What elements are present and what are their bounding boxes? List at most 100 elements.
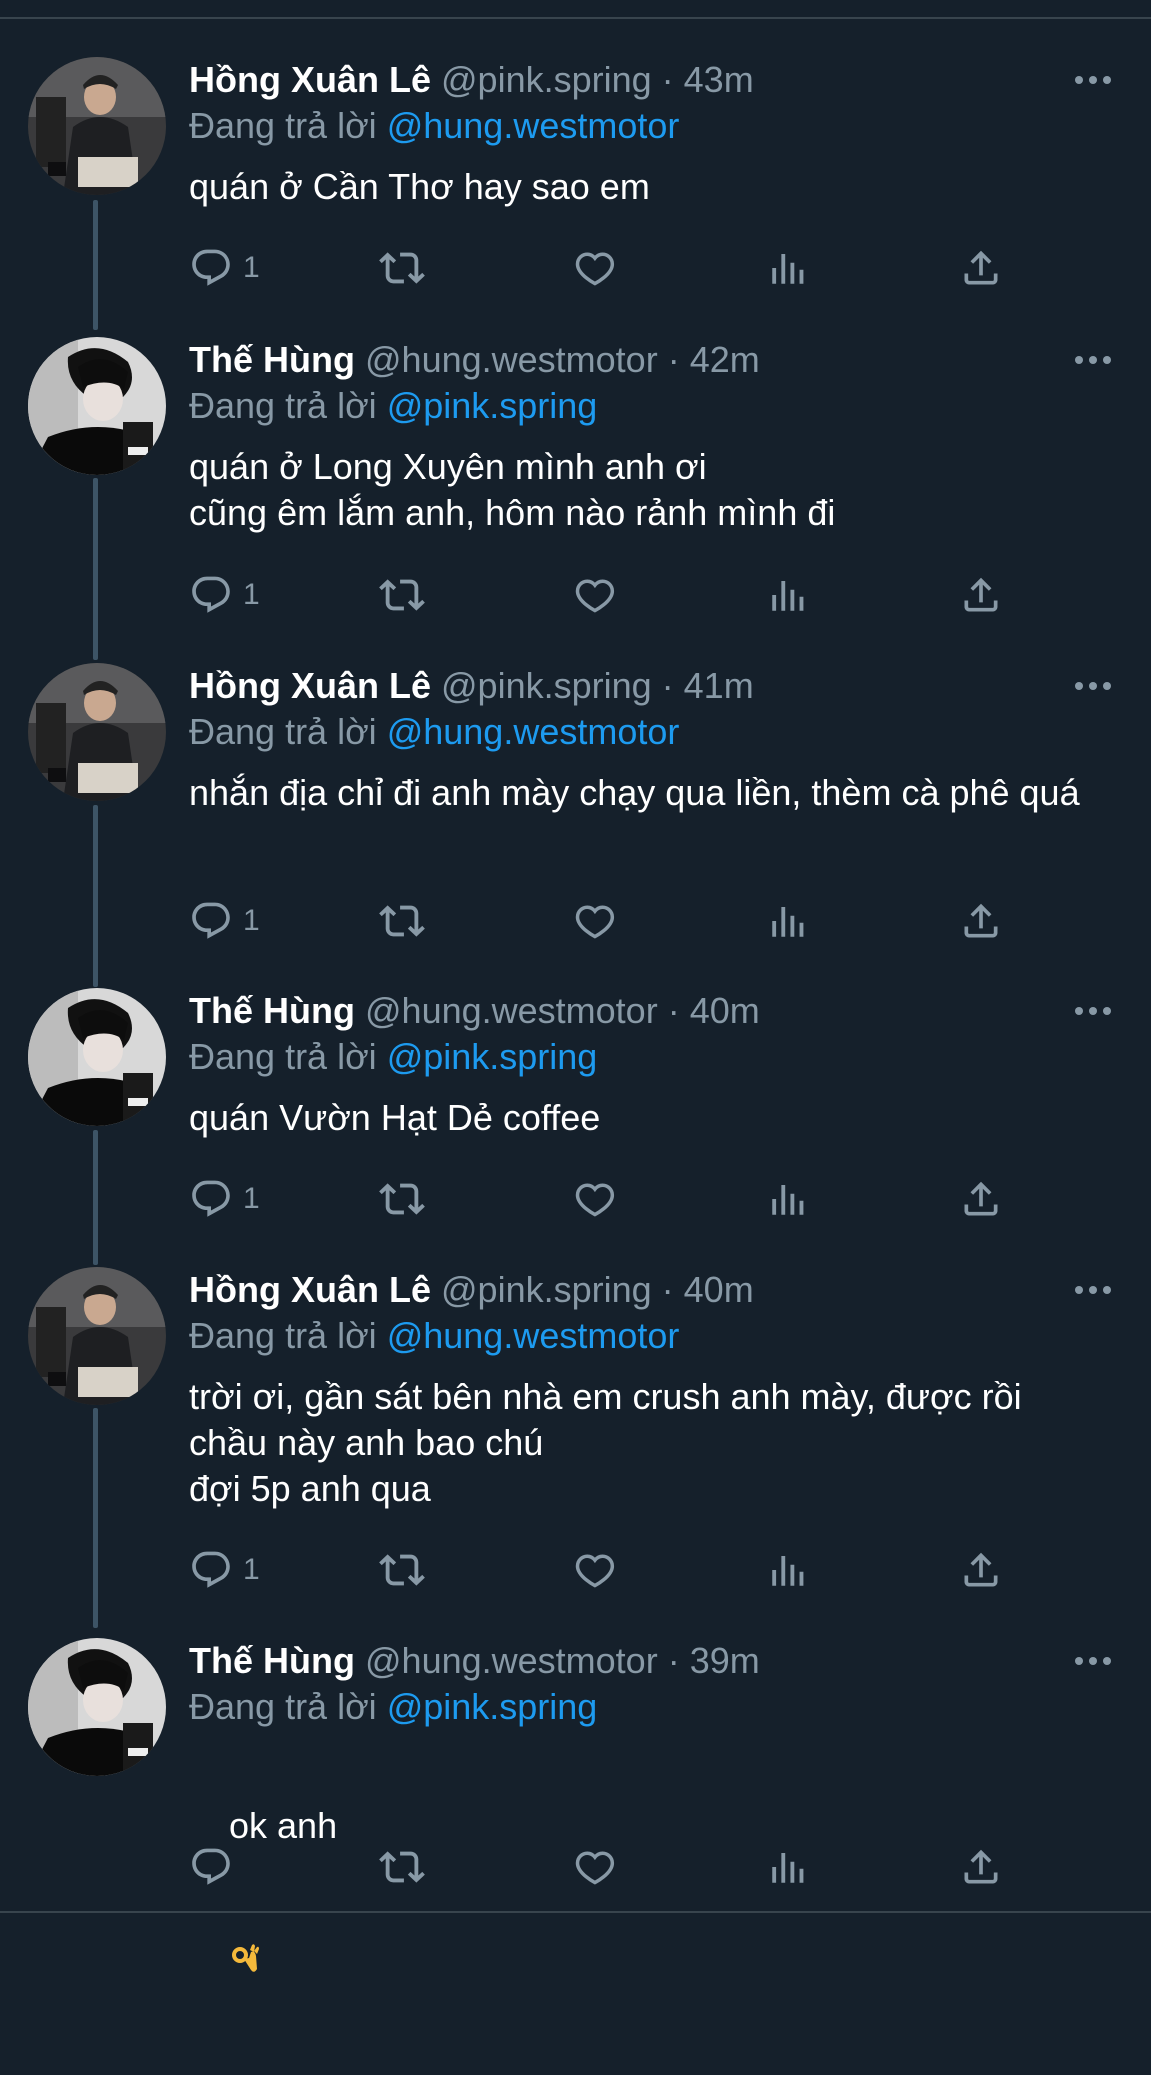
user-handle[interactable]: @pink.spring [441,665,652,706]
share-button[interactable] [959,1544,1003,1596]
display-name[interactable]: Hồng Xuân Lê [189,1269,431,1310]
avatar[interactable] [28,57,166,195]
like-button[interactable] [572,1173,616,1225]
timestamp[interactable]: 40m [684,1269,754,1310]
replying-to: Đang trả lời @pink.spring [189,1034,597,1080]
avatar[interactable] [28,337,166,475]
more-icon[interactable] [1071,1275,1115,1305]
display-name[interactable]: Thế Hùng [189,339,355,380]
replying-to-link[interactable]: @pink.spring [387,1686,598,1727]
bar-chart-icon [772,581,804,611]
reply-button[interactable]: 1 [189,1173,260,1225]
replying-to-link[interactable]: @hung.westmotor [387,1315,680,1356]
share-button[interactable] [959,242,1003,294]
replying-to-link[interactable]: @pink.spring [387,385,598,426]
timestamp[interactable]: 42m [690,339,760,380]
avatar[interactable] [28,1638,166,1776]
user-handle[interactable]: @hung.westmotor [365,990,658,1031]
display-name[interactable]: Thế Hùng [189,990,355,1031]
heart-icon [575,905,615,939]
more-icon[interactable] [1071,1646,1115,1676]
reply-button[interactable] [189,1841,243,1893]
reply-button[interactable]: 1 [189,242,260,294]
retweet-button[interactable] [379,242,425,294]
views-button[interactable] [767,242,809,294]
user-handle[interactable]: @pink.spring [441,59,652,100]
reply-icon [192,1848,230,1885]
retweet-icon [379,905,425,937]
thread-line [93,200,98,330]
tweet-header: Thế Hùng @hung.westmotor · 42m [189,337,760,383]
like-button[interactable] [572,242,616,294]
reply-icon [192,1180,230,1217]
views-button[interactable] [767,569,809,621]
avatar[interactable] [28,1267,166,1405]
display-name[interactable]: Hồng Xuân Lê [189,665,431,706]
action-bar: 1 [189,1544,1009,1596]
bar-chart-icon [772,1185,804,1215]
bar-chart-icon [772,1556,804,1586]
timestamp[interactable]: 40m [690,990,760,1031]
timestamp[interactable]: 43m [684,59,754,100]
retweet-button[interactable] [379,569,425,621]
like-button[interactable] [572,569,616,621]
views-button[interactable] [767,895,809,947]
views-button[interactable] [767,1841,809,1893]
separator-dot: · [657,990,690,1031]
share-button[interactable] [959,569,1003,621]
thread-line [93,1130,98,1265]
retweet-button[interactable] [379,1173,425,1225]
more-icon[interactable] [1071,345,1115,375]
share-icon [964,1552,998,1587]
replying-to-label: Đang trả lời [189,1686,387,1727]
replying-to-link[interactable]: @hung.westmotor [387,105,680,146]
more-icon[interactable] [1071,996,1115,1026]
reply-count: 1 [243,251,260,284]
user-handle[interactable]: @pink.spring [441,1269,652,1310]
tweet-text: quán ở Long Xuyên mình anh ơi cũng êm lắ… [189,446,836,533]
action-bar: 1 [189,895,1009,947]
views-button[interactable] [767,1544,809,1596]
tweet-text: quán Vườn Hạt Dẻ coffee [189,1097,601,1138]
timestamp[interactable]: 39m [690,1640,760,1681]
share-icon [964,903,998,938]
more-icon[interactable] [1071,671,1115,701]
more-icon[interactable] [1071,65,1115,95]
reply-button[interactable]: 1 [189,1544,260,1596]
thread-line [93,1408,98,1628]
display-name[interactable]: Hồng Xuân Lê [189,59,431,100]
timestamp[interactable]: 41m [684,665,754,706]
share-button[interactable] [959,1173,1003,1225]
retweet-button[interactable] [379,1841,425,1893]
avatar[interactable] [28,663,166,801]
avatar[interactable] [28,988,166,1126]
retweet-button[interactable] [379,895,425,947]
action-bar: 1 [189,1173,1009,1225]
reply-icon [192,1551,230,1588]
user-handle[interactable]: @hung.westmotor [365,1640,658,1681]
thread-line [93,478,98,660]
retweet-button[interactable] [379,1544,425,1596]
share-button[interactable] [959,1841,1003,1893]
reply-icon [192,249,230,286]
bar-chart-icon [772,254,804,284]
share-icon [964,577,998,612]
share-icon [964,250,998,285]
replying-to: Đang trả lời @hung.westmotor [189,1313,679,1359]
tweet-header: Thế Hùng @hung.westmotor · 40m [189,988,760,1034]
tweet-header: Hồng Xuân Lê @pink.spring · 43m [189,57,754,103]
reply-button[interactable]: 1 [189,569,260,621]
reply-button[interactable]: 1 [189,895,260,947]
replying-to-link[interactable]: @hung.westmotor [387,711,680,752]
display-name[interactable]: Thế Hùng [189,1640,355,1681]
views-button[interactable] [767,1173,809,1225]
separator-dot: · [651,1269,684,1310]
replying-to-link[interactable]: @pink.spring [387,1036,598,1077]
like-button[interactable] [572,1841,616,1893]
share-button[interactable] [959,895,1003,947]
replying-to: Đang trả lời @pink.spring [189,1684,597,1730]
like-button[interactable] [572,895,616,947]
reply-count: 1 [243,904,260,937]
user-handle[interactable]: @hung.westmotor [365,339,658,380]
like-button[interactable] [572,1544,616,1596]
